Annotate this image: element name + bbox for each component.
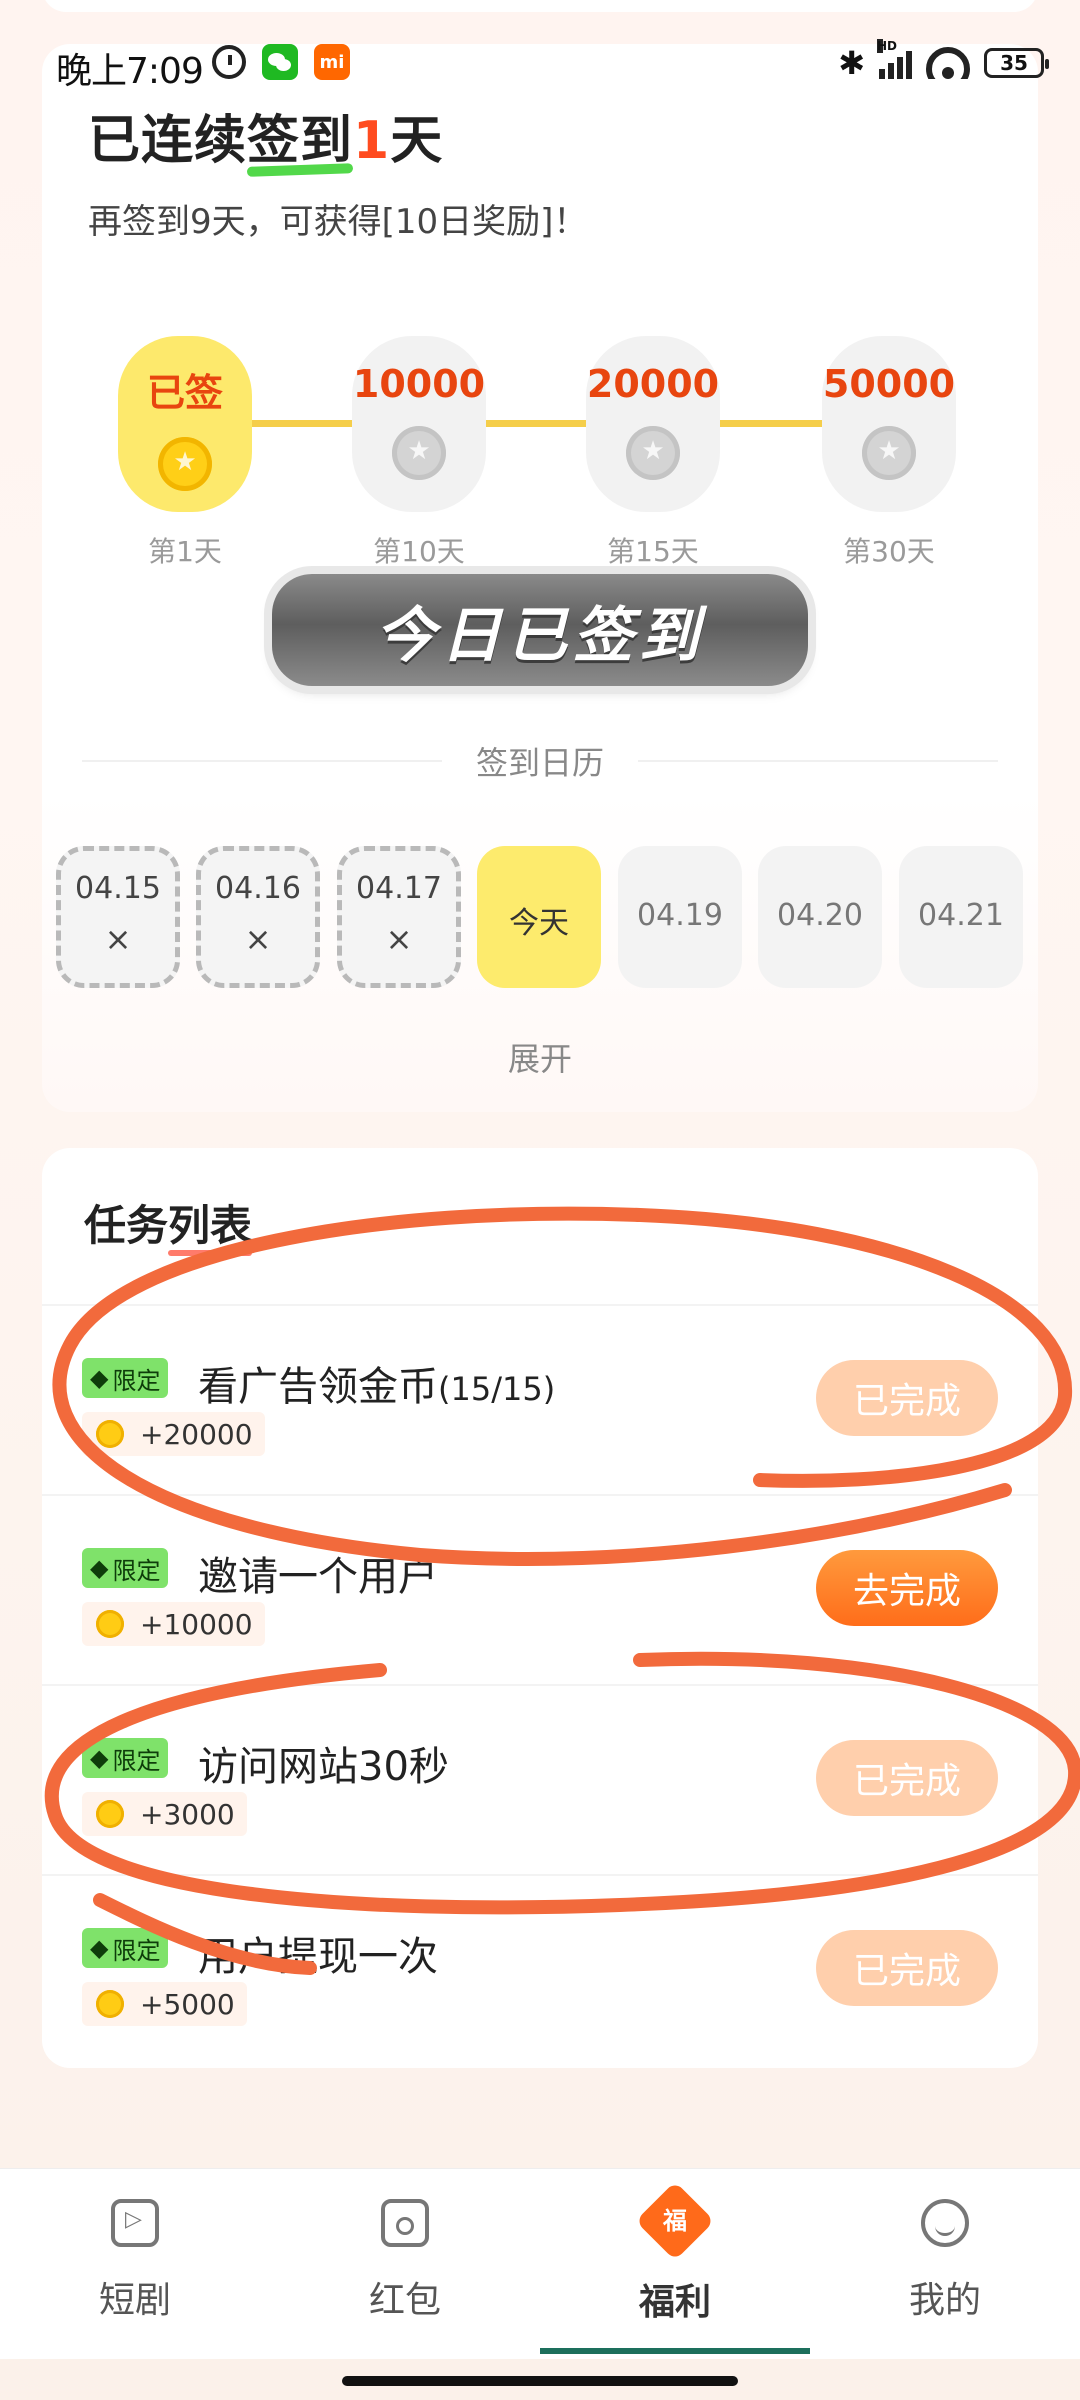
milestone-day15: 20000 第15天 (586, 336, 720, 568)
nav-label: 我的 (908, 2280, 981, 2321)
task-name: 邀请一个用户 (198, 1554, 438, 1600)
task-action-button[interactable]: 去完成 (816, 1550, 998, 1626)
milestone-track: 已签 第1天 10000 第10天 20000 第15天 50000 第30天 (42, 294, 1038, 574)
limited-badge: ◆ 限定 (82, 1738, 169, 1778)
mi-icon: mi (314, 44, 350, 80)
calendar-title: 签到日历 (42, 738, 1038, 784)
checkin-title: 已连续签到1天 (88, 111, 444, 171)
profile-icon (921, 2199, 969, 2247)
milestone-day1: 已签 第1天 (118, 336, 252, 568)
task-row: ◆ 限定 看广告领金币(15/15) +20000 已完成 (42, 1304, 1038, 1496)
milestone-day-label: 第10天 (373, 535, 465, 568)
coin-icon (158, 437, 212, 491)
signal-icon: HD (877, 39, 912, 79)
calendar-day[interactable]: 04.21 (899, 846, 1023, 988)
nav-item-drama[interactable]: 短剧 (0, 2169, 270, 2359)
task-action-button[interactable]: 已完成 (816, 1740, 998, 1816)
nav-label: 红包 (368, 2280, 441, 2321)
checkin-subtitle: 再签到9天，可获得[10日奖励]！ (88, 202, 588, 242)
coin-icon (96, 1610, 124, 1638)
status-time: 晚上7:09 (56, 51, 204, 92)
task-row: ◆ 限定 访问网站30秒 +3000 已完成 (42, 1684, 1038, 1876)
checkin-card: 已连续签到1天 再签到9天，可获得[10日奖励]！ 已签 第1天 10000 第… (42, 44, 1038, 1112)
nav-label: 短剧 (98, 2280, 171, 2321)
task-reward: +20000 (82, 1412, 265, 1456)
calendar-day[interactable]: 04.16 × (196, 846, 320, 988)
nav-item-welfare[interactable]: 福 福利 (540, 2169, 810, 2359)
play-icon (111, 2199, 159, 2247)
hd-label: HD (877, 39, 898, 53)
nav-item-red-packet[interactable]: 红包 (270, 2169, 540, 2359)
coin-icon (96, 1800, 124, 1828)
task-action-button[interactable]: 已完成 (816, 1360, 998, 1436)
coin-icon (626, 426, 680, 480)
coin-icon (96, 1990, 124, 2018)
milestone-day-label: 第30天 (843, 535, 935, 568)
coin-icon (96, 1420, 124, 1448)
task-reward: +5000 (82, 1982, 247, 2026)
welfare-icon: 福 (635, 2181, 715, 2261)
task-list-title: 任务列表 (84, 1201, 253, 1250)
diamond-icon: ◆ (90, 1364, 109, 1392)
task-name: 访问网站30秒 (198, 1744, 449, 1790)
bluetooth-icon: ✱ (838, 44, 865, 82)
task-row: ◆ 限定 邀请一个用户 +10000 去完成 (42, 1494, 1038, 1686)
active-tab-indicator (540, 2348, 810, 2354)
milestone-line (162, 420, 902, 427)
status-left-icons: mi (212, 44, 350, 80)
milestone-day-label: 第1天 (148, 535, 222, 568)
task-row: ◆ 限定 用户提现一次 +5000 已完成 (42, 1874, 1038, 2066)
bottom-nav: 短剧 红包 福 福利 我的 (0, 2168, 1080, 2359)
battery-icon: 35 (984, 48, 1049, 78)
nav-label: 福利 (638, 2282, 711, 2323)
status-right-icons: ✱ HD 35 (838, 39, 1049, 82)
red-packet-icon (381, 2199, 429, 2247)
alarm-icon (212, 45, 246, 79)
milestone-day-label: 第15天 (607, 535, 699, 568)
wechat-icon (262, 44, 298, 80)
milestone-value: 已签 (146, 371, 223, 415)
calendar-day[interactable]: 04.17 × (337, 846, 461, 988)
calendar-day[interactable]: 04.15 × (56, 846, 180, 988)
status-bar: 晚上7:09 mi ✱ HD 35 (0, 39, 1080, 92)
calendar-day-today[interactable]: 今天 (477, 846, 601, 988)
wifi-icon (926, 47, 970, 79)
diamond-icon: ◆ (90, 1554, 109, 1582)
task-reward: +10000 (82, 1602, 265, 1646)
calendar-day[interactable]: 04.20 (758, 846, 882, 988)
task-list-card: 任务列表 ◆ 限定 看广告领金币(15/15) +20000 已完成 ◆ 限定 邀请… (42, 1148, 1038, 2068)
milestone-value: 10000 (352, 362, 486, 406)
milestone-day30: 50000 第30天 (822, 336, 956, 568)
diamond-icon: ◆ (90, 1934, 109, 1962)
previous-card-edge (42, 0, 1038, 12)
calendar-day[interactable]: 04.19 (618, 846, 742, 988)
task-reward: +3000 (82, 1792, 247, 1836)
limited-badge: ◆ 限定 (82, 1548, 169, 1588)
checked-in-button[interactable]: 今日已签到 (272, 574, 808, 686)
expand-calendar-link[interactable]: 展开 (42, 1034, 1038, 1080)
limited-badge: ◆ 限定 (82, 1928, 169, 1968)
coin-icon (862, 426, 916, 480)
milestone-value: 20000 (586, 362, 720, 406)
nav-item-me[interactable]: 我的 (810, 2169, 1080, 2359)
task-action-button[interactable]: 已完成 (816, 1930, 998, 2006)
coin-icon (392, 426, 446, 480)
milestone-value: 50000 (822, 362, 956, 406)
home-indicator[interactable] (342, 2376, 738, 2386)
calendar-row: 04.15 × 04.16 × 04.17 × 今天 04.19 04.20 04.2… (56, 846, 1038, 992)
diamond-icon: ◆ (90, 1744, 109, 1772)
task-name: 用户提现一次 (198, 1934, 438, 1980)
task-name: 看广告领金币(15/15) (198, 1364, 556, 1410)
milestone-day10: 10000 第10天 (352, 336, 486, 568)
limited-badge: ◆ 限定 (82, 1358, 169, 1398)
